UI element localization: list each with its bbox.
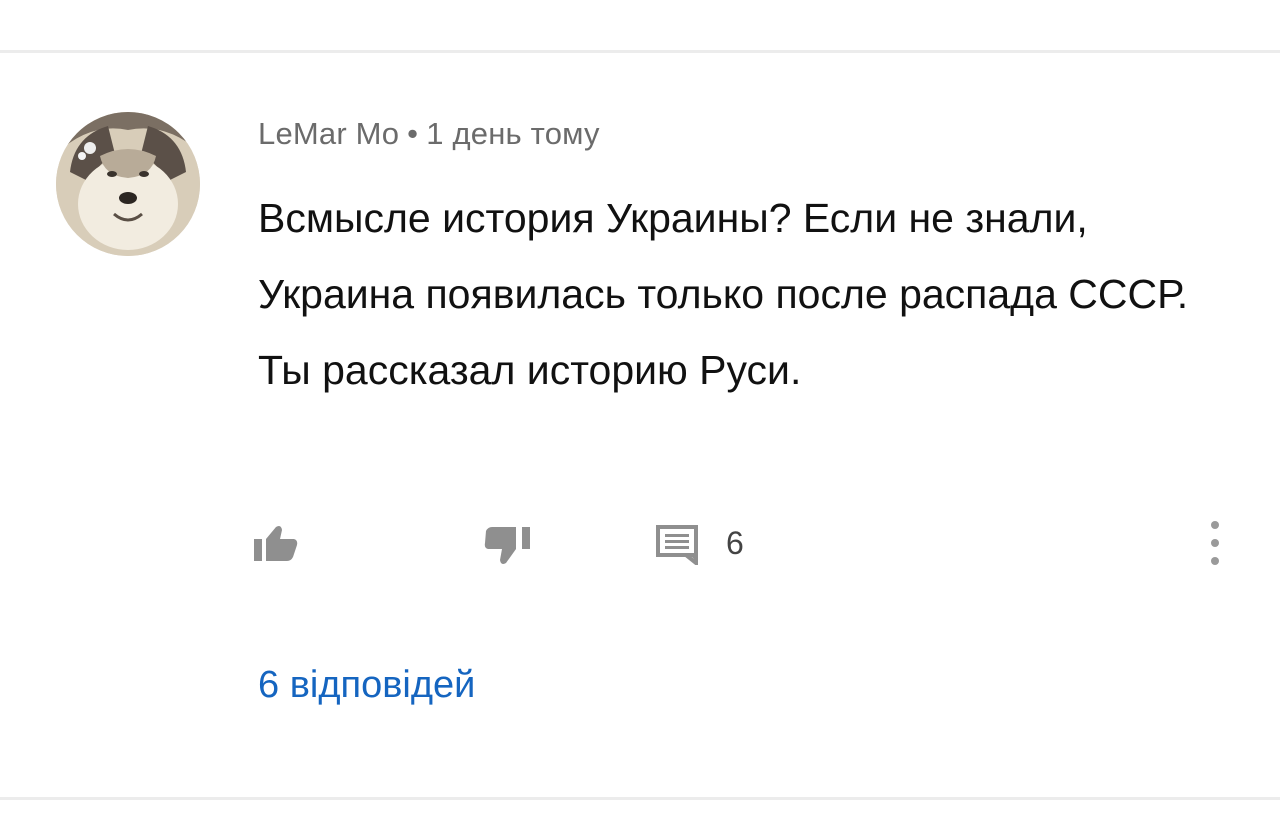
view-replies-link[interactable]: 6 відповідей [258, 664, 475, 707]
comment-icon [656, 525, 698, 565]
comment-actions: 6 [0, 508, 1280, 578]
like-button[interactable] [252, 508, 298, 578]
comment-menu-button[interactable] [1200, 508, 1230, 578]
comment-meta: LeMar Mo • 1 день тому [258, 116, 600, 152]
dislike-button[interactable] [482, 508, 540, 578]
bottom-divider [0, 797, 1280, 800]
comment-timestamp[interactable]: 1 день тому [426, 116, 600, 151]
comment-text: Всмысле история Украины? Если не знали, … [258, 195, 1189, 393]
avatar[interactable] [56, 112, 200, 256]
top-divider [0, 50, 1280, 53]
more-vert-icon [1211, 521, 1219, 565]
dog-avatar-icon [56, 112, 200, 256]
replies-button[interactable]: 6 [654, 508, 744, 578]
thumb-up-icon [254, 526, 298, 561]
meta-separator: • [407, 116, 419, 151]
thumb-down-icon [484, 527, 530, 564]
reply-count: 6 [726, 524, 744, 561]
author-name[interactable]: LeMar Mo [258, 116, 399, 151]
